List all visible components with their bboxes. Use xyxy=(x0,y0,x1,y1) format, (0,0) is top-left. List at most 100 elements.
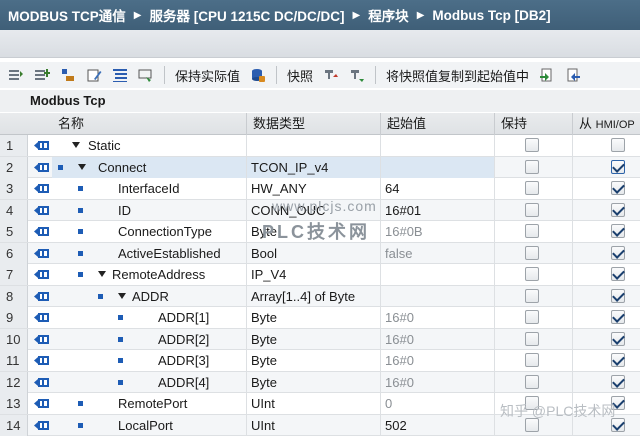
start-value-cell[interactable]: 16#0 xyxy=(380,371,494,393)
hmi-accessible-checkbox[interactable] xyxy=(611,224,625,238)
start-value-cell[interactable] xyxy=(380,285,494,307)
member-name-cell[interactable]: InterfaceId xyxy=(52,178,246,199)
hmi-accessible-checkbox[interactable] xyxy=(611,310,625,324)
retain-checkbox[interactable] xyxy=(525,202,539,217)
member-name-cell[interactable]: RemotePort xyxy=(52,393,246,414)
start-value-cell[interactable] xyxy=(380,264,494,285)
start-value-cell[interactable]: 16#0 xyxy=(380,350,494,371)
retain-checkbox[interactable] xyxy=(525,181,539,195)
breadcrumb-program-blocks[interactable]: 程序块 xyxy=(368,5,409,25)
data-type-cell[interactable]: Byte xyxy=(246,328,380,350)
breadcrumb-db[interactable]: Modbus Tcp [DB2] xyxy=(432,8,550,23)
member-name-cell[interactable]: RemoteAddress xyxy=(52,264,246,285)
hmi-accessible-checkbox[interactable] xyxy=(611,138,625,152)
load-start-values-icon[interactable] xyxy=(539,67,555,83)
start-value-cell[interactable]: false xyxy=(380,242,494,264)
member-name-cell[interactable]: ConnectionType xyxy=(52,221,246,242)
column-header-hmi[interactable]: 从 HMI/OP xyxy=(572,113,640,135)
expand-triangle-icon[interactable] xyxy=(118,292,126,299)
start-value-cell[interactable] xyxy=(380,156,494,178)
expand-triangle-icon[interactable] xyxy=(72,142,80,148)
hmi-accessible-checkbox[interactable] xyxy=(611,159,625,174)
member-name-cell[interactable]: Static xyxy=(52,135,246,156)
column-header-retain[interactable]: 保持 xyxy=(494,113,572,135)
retain-checkbox[interactable] xyxy=(525,138,539,152)
start-value-cell[interactable]: 0 xyxy=(380,393,494,414)
table-row[interactable]: 12 ADDR[4] Byte 16#0 xyxy=(0,371,640,393)
retain-checkbox[interactable] xyxy=(525,310,539,324)
database-lock-icon[interactable] xyxy=(250,67,266,83)
start-value-cell[interactable]: 16#0B xyxy=(380,221,494,242)
member-name-cell[interactable]: ADDR xyxy=(52,286,246,307)
member-name-cell[interactable]: ADDR[4] xyxy=(52,372,246,393)
column-header-datatype[interactable]: 数据类型 xyxy=(246,113,380,135)
start-value-cell[interactable] xyxy=(380,135,494,156)
copy-snapshot-to-start-button[interactable]: 将快照值复制到起始值中 xyxy=(386,66,529,85)
member-name-cell[interactable]: ActiveEstablished xyxy=(52,243,246,264)
snapshot-to-start-icon[interactable] xyxy=(349,67,365,83)
member-name-cell[interactable]: ADDR[2] xyxy=(52,329,246,350)
table-row[interactable]: 10 ADDR[2] Byte 16#0 xyxy=(0,328,640,350)
table-row[interactable]: 9 ADDR[1] Byte 16#0 xyxy=(0,307,640,329)
hmi-accessible-checkbox[interactable] xyxy=(611,202,625,217)
start-value-cell[interactable]: 16#0 xyxy=(380,307,494,328)
hmi-accessible-checkbox[interactable] xyxy=(611,267,625,281)
hmi-accessible-checkbox[interactable] xyxy=(611,374,625,389)
hmi-accessible-checkbox[interactable] xyxy=(611,353,625,367)
member-name-cell[interactable]: ADDR[3] xyxy=(52,350,246,371)
table-row[interactable]: 11 ADDR[3] Byte 16#0 xyxy=(0,350,640,372)
retain-checkbox[interactable] xyxy=(525,159,539,174)
edit-icon[interactable] xyxy=(86,67,102,83)
data-type-cell[interactable]: Array[1..4] of Byte xyxy=(246,285,380,307)
retain-checkbox[interactable] xyxy=(525,245,539,260)
retain-checkbox[interactable] xyxy=(525,331,539,346)
hmi-accessible-checkbox[interactable] xyxy=(611,331,625,346)
retain-checkbox[interactable] xyxy=(525,224,539,238)
column-header-start-value[interactable]: 起始值 xyxy=(380,113,494,135)
table-row[interactable]: 8 ADDR Array[1..4] of Byte xyxy=(0,285,640,307)
hmi-accessible-checkbox[interactable] xyxy=(611,245,625,260)
retain-checkbox[interactable] xyxy=(525,267,539,281)
data-type-cell[interactable]: Byte xyxy=(246,350,380,371)
insert-row-icon[interactable] xyxy=(8,67,24,83)
data-type-cell[interactable]: Bool xyxy=(246,242,380,264)
retain-checkbox[interactable] xyxy=(525,288,539,303)
start-value-cell[interactable]: 16#0 xyxy=(380,328,494,350)
retain-checkbox[interactable] xyxy=(525,374,539,389)
breadcrumb-device[interactable]: 服务器 [CPU 1215C DC/DC/DC] xyxy=(149,5,344,25)
monitor-icon[interactable] xyxy=(138,67,154,83)
data-type-cell[interactable]: UInt xyxy=(246,393,380,414)
snapshot-to-actual-icon[interactable] xyxy=(323,67,339,83)
expand-triangle-icon[interactable] xyxy=(78,163,86,170)
data-type-cell[interactable]: TCON_IP_v4 xyxy=(246,156,380,178)
start-value-cell[interactable]: 64 xyxy=(380,178,494,199)
expand-triangle-icon[interactable] xyxy=(98,271,106,277)
load-actual-values-icon[interactable] xyxy=(565,67,581,83)
add-row-icon[interactable] xyxy=(34,67,50,83)
table-row[interactable]: 1 Static xyxy=(0,135,640,157)
data-type-cell[interactable]: Byte xyxy=(246,371,380,393)
member-name-cell[interactable]: Connect xyxy=(52,156,246,178)
retain-checkbox[interactable] xyxy=(525,353,539,367)
data-type-cell[interactable] xyxy=(246,135,380,156)
table-row[interactable]: 6 ActiveEstablished Bool false xyxy=(0,242,640,264)
breadcrumb-project[interactable]: MODBUS TCP通信 xyxy=(8,5,126,25)
data-type-cell[interactable]: IP_V4 xyxy=(246,264,380,285)
start-value-cell[interactable]: 16#01 xyxy=(380,199,494,221)
snapshot-button[interactable]: 快照 xyxy=(287,66,313,85)
keep-actual-values-button[interactable]: 保持实际值 xyxy=(175,66,240,85)
member-name-cell[interactable]: LocalPort xyxy=(52,415,246,436)
expand-icon[interactable] xyxy=(60,67,76,83)
member-name-cell[interactable]: ID xyxy=(52,200,246,221)
data-type-cell[interactable]: Byte xyxy=(246,307,380,328)
member-name-cell[interactable]: ADDR[1] xyxy=(52,307,246,328)
data-type-cell[interactable]: HW_ANY xyxy=(246,178,380,199)
table-row[interactable]: 3 InterfaceId HW_ANY 64 xyxy=(0,178,640,200)
start-value-cell[interactable]: 502 xyxy=(380,414,494,436)
table-row[interactable]: 2 Connect TCON_IP_v4 xyxy=(0,156,640,178)
hmi-accessible-checkbox[interactable] xyxy=(611,288,625,303)
column-header-name[interactable]: 名称 xyxy=(52,113,246,135)
list-view-icon[interactable] xyxy=(112,67,128,83)
hmi-accessible-checkbox[interactable] xyxy=(611,181,625,195)
data-type-cell[interactable]: UInt xyxy=(246,414,380,436)
